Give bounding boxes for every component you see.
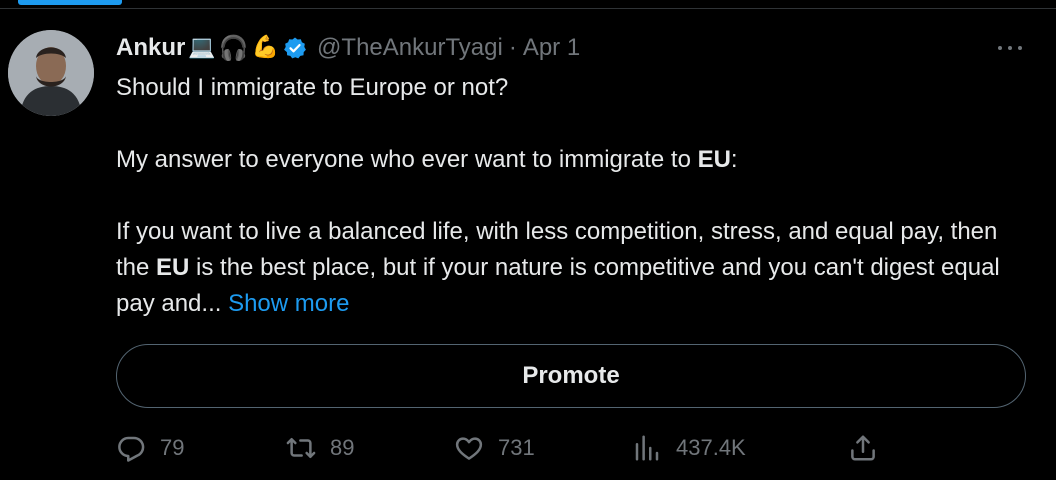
like-button[interactable]: 731: [454, 426, 535, 470]
author-handle[interactable]: @TheAnkurTyagi: [317, 34, 503, 62]
tweet-paragraph-3: If you want to live a balanced life, wit…: [116, 214, 1036, 322]
retweet-button[interactable]: 89: [286, 426, 354, 470]
more-dot: [1008, 46, 1012, 50]
promote-button[interactable]: Promote: [116, 344, 1026, 408]
header-separator: ·: [508, 34, 517, 61]
tweet-page: Ankur 💻 🎧 💪 @TheAnkurTyagi · Apr 1 Shoul…: [0, 0, 1056, 480]
retweet-count: 89: [330, 435, 355, 460]
flexed-biceps-emoji: 💪: [251, 35, 280, 60]
like-count: 731: [498, 435, 535, 460]
avatar[interactable]: [8, 30, 94, 116]
retweet-icon: [286, 438, 316, 458]
headphones-emoji: 🎧: [218, 34, 249, 62]
share-button[interactable]: [848, 426, 878, 470]
analytics-icon: [635, 435, 659, 461]
author-name[interactable]: Ankur: [116, 34, 185, 62]
tweet-line-1: Should I immigrate to Europe or not?: [116, 74, 509, 101]
views-count: 437.4K: [676, 435, 746, 460]
laptop-emoji: 💻: [188, 35, 216, 60]
reply-icon: [118, 436, 145, 462]
reply-button[interactable]: 79: [116, 426, 184, 470]
p2-bold: EU: [697, 146, 731, 173]
more-options-icon[interactable]: [990, 34, 1030, 62]
divider: [0, 8, 1056, 9]
avatar-image: [8, 30, 94, 116]
tweet-paragraph-2: My answer to everyone who ever want to i…: [116, 142, 1036, 178]
active-tab-indicator: [18, 0, 122, 5]
reply-count: 79: [160, 435, 185, 460]
show-more-link[interactable]: Show more: [228, 290, 349, 317]
share-icon: [851, 435, 875, 461]
more-dot: [1018, 46, 1022, 50]
tweet-date[interactable]: Apr 1: [523, 34, 580, 62]
p3-bold: EU: [156, 254, 190, 281]
more-dot: [998, 46, 1002, 50]
p2-suffix: :: [730, 146, 738, 173]
p2-text: My answer to everyone who ever want to i…: [116, 146, 698, 173]
verified-badge-icon: [283, 36, 307, 60]
views-button[interactable]: 437.4K: [632, 426, 746, 470]
tweet-header: Ankur 💻 🎧 💪 @TheAnkurTyagi · Apr 1: [116, 30, 580, 66]
heart-icon: [455, 437, 483, 460]
tweet-actions: 79 89 731 437.4K: [0, 426, 1056, 470]
tweet-text: Should I immigrate to Europe or not? My …: [116, 70, 1036, 322]
